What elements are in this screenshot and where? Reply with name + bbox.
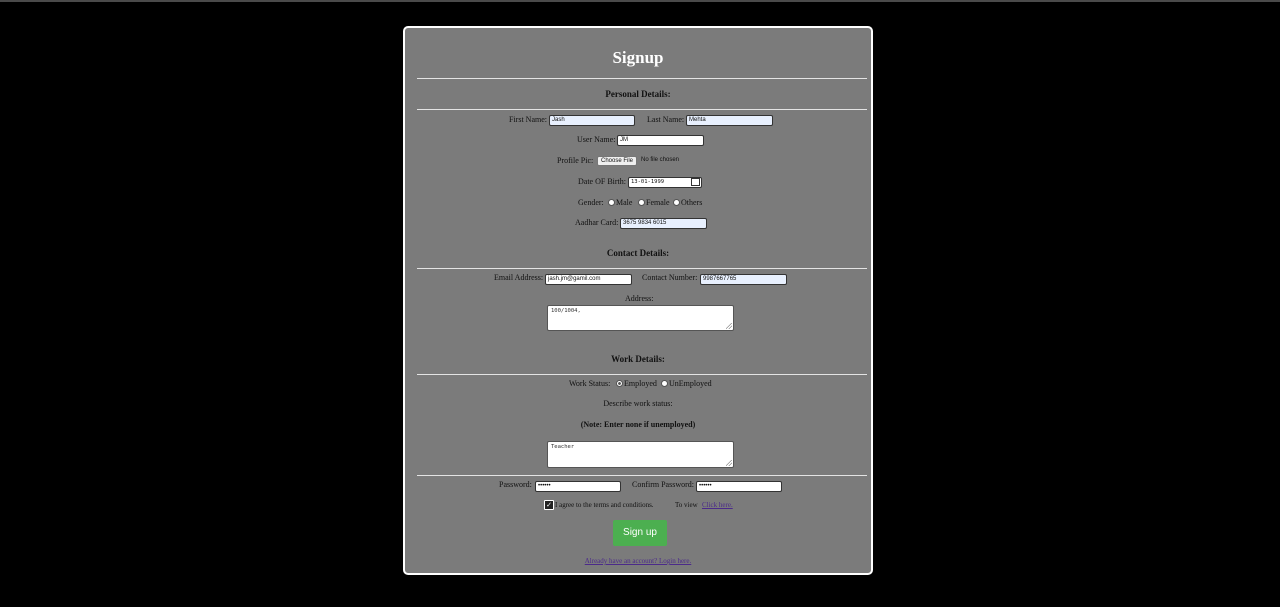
email-label: Email Address: (494, 273, 544, 282)
to-view-text: To view (675, 501, 698, 509)
aadhar-label: Aadhar Card: (575, 218, 619, 227)
confirm-password-label: Confirm Password: (632, 480, 694, 489)
no-file-text: No file chosen (641, 157, 680, 163)
email-input[interactable]: jash.jm@gamil.com (545, 274, 632, 285)
divider (417, 268, 867, 269)
gender-male-radio[interactable] (608, 199, 615, 206)
gender-others-label: Others (681, 198, 703, 207)
dob-value: 13-01-1999 (631, 179, 665, 185)
work-describe-value: Teacher (551, 444, 575, 450)
unemployed-note: (Note: Enter none if unemployed) (580, 420, 696, 429)
address-label: Address: (625, 294, 654, 303)
form-title: Signup (612, 48, 664, 67)
signup-button[interactable]: Sign up (613, 520, 667, 546)
login-link[interactable]: Already have an account? Login here. (405, 557, 871, 565)
login-link-text[interactable]: Already have an account? Login here. (585, 557, 692, 565)
aadhar-input[interactable]: 3675 9834 6015 (620, 218, 707, 229)
divider (417, 78, 867, 79)
contact-heading: Contact Details: (606, 248, 670, 258)
work-heading: Work Details: (611, 354, 665, 364)
gender-others-radio[interactable] (673, 199, 680, 206)
last-name-label: Last Name: (647, 115, 685, 124)
work-describe-textarea[interactable]: Teacher (547, 441, 734, 468)
password-input[interactable]: •••••• (535, 481, 621, 492)
first-name-label: First Name: (509, 115, 547, 124)
profile-pic-label: Profile Pic: (557, 156, 594, 165)
dob-label: Date OF Birth: (578, 177, 626, 186)
gender-male-label: Male (616, 198, 633, 207)
resize-grip-icon[interactable] (726, 460, 732, 466)
resize-grip-icon[interactable] (726, 323, 732, 329)
gender-female-label: Female (646, 198, 670, 207)
describe-work-label: Describe work status: (603, 399, 673, 408)
user-name-label: User Name: (577, 135, 616, 144)
phone-input[interactable]: 9987667765 (700, 274, 787, 285)
gender-female-radio[interactable] (638, 199, 645, 206)
calendar-icon[interactable] (691, 178, 700, 186)
last-name-input[interactable]: Mehta (686, 115, 773, 126)
employed-label: Employed (624, 379, 657, 388)
divider (417, 109, 867, 110)
address-textarea[interactable]: 100/1004, (547, 305, 734, 331)
address-value: 100/1004, (551, 308, 581, 314)
terms-checkbox[interactable]: ✓ (544, 500, 554, 510)
unemployed-radio[interactable] (661, 380, 668, 387)
terms-text: I agree to the terms and conditions. (555, 501, 654, 509)
user-name-input[interactable]: JM (617, 135, 704, 146)
signup-card: Signup Personal Details: First Name: Jas… (403, 26, 873, 575)
divider (417, 475, 867, 476)
choose-file-button[interactable]: Choose File (597, 156, 638, 166)
unemployed-label: UnEmployed (669, 379, 712, 388)
personal-heading: Personal Details: (605, 89, 671, 99)
confirm-password-input[interactable]: •••••• (696, 481, 782, 492)
phone-label: Contact Number: (642, 273, 698, 282)
top-border (0, 0, 1280, 2)
password-label: Password: (499, 480, 532, 489)
employed-radio[interactable] (616, 380, 623, 387)
divider (417, 374, 867, 375)
work-status-label: Work Status: (569, 379, 611, 388)
first-name-input[interactable]: Jash (549, 115, 635, 126)
gender-label: Gender: (578, 198, 604, 207)
terms-link[interactable]: Click here. (702, 501, 733, 509)
